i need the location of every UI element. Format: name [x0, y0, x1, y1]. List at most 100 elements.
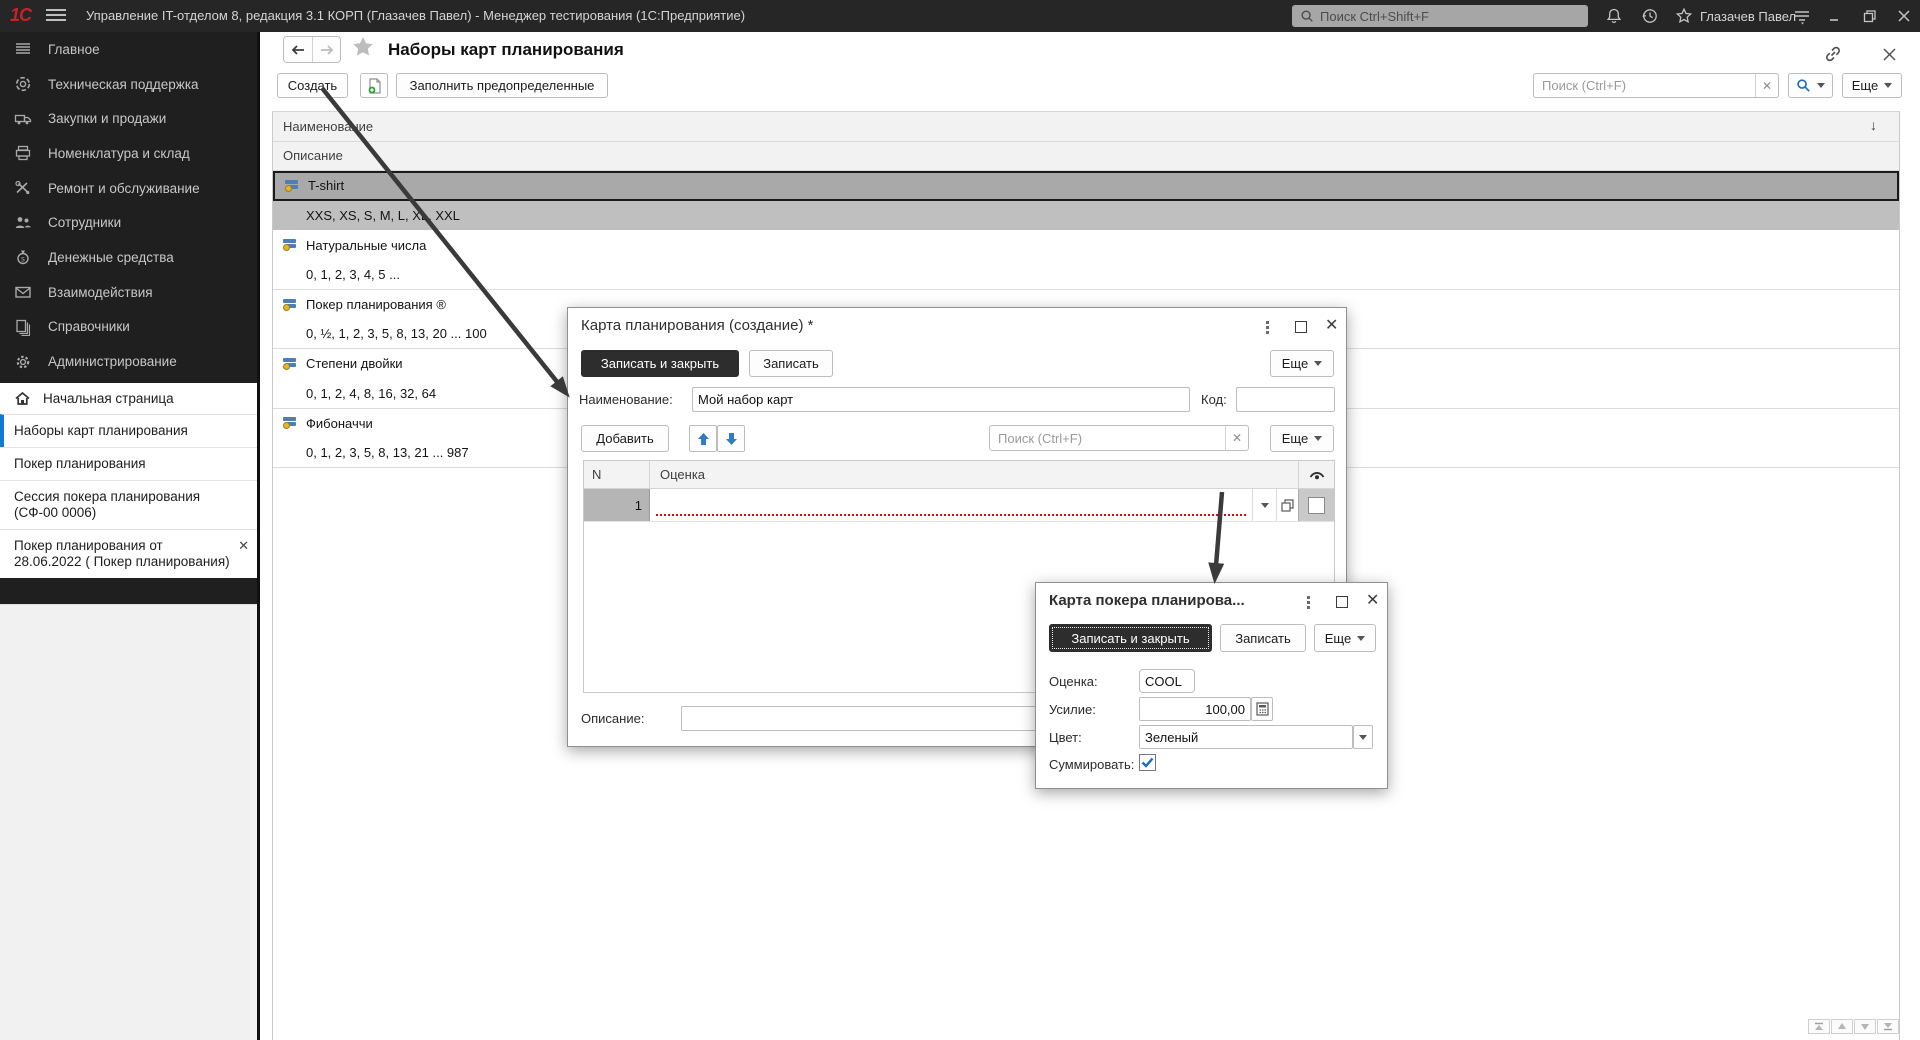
- calculator-button[interactable]: [1251, 697, 1273, 721]
- close-icon[interactable]: ✕: [1366, 595, 1379, 607]
- more-label: Еще: [1852, 78, 1878, 93]
- name-field[interactable]: [692, 387, 1190, 412]
- sidebar-item-catalogs[interactable]: Справочники: [0, 310, 257, 345]
- color-dropdown-button[interactable]: [1353, 725, 1373, 749]
- list-search-input[interactable]: Поиск (Ctrl+F) ✕: [1533, 73, 1779, 98]
- color-field[interactable]: [1139, 725, 1353, 749]
- table-row-desc[interactable]: 0, 1, 2, 3, 4, 5 ...: [273, 260, 1899, 290]
- grid-row-1[interactable]: 1: [584, 489, 1334, 522]
- effort-field[interactable]: [1139, 697, 1251, 721]
- close-tab-icon[interactable]: ✕: [238, 538, 249, 554]
- favorite-toggle-star-icon[interactable]: [350, 34, 376, 60]
- sidebar-item-purchases[interactable]: Закупки и продажи: [0, 101, 257, 136]
- row-desc: 0, ½, 1, 2, 3, 5, 8, 13, 20 ... 100: [306, 326, 487, 341]
- table-row[interactable]: Натуральные числа: [273, 230, 1899, 260]
- home-icon: [14, 390, 31, 407]
- sidebar-item-label: Администрирование: [48, 354, 177, 369]
- sidebar-item-home[interactable]: Начальная страница: [0, 383, 257, 414]
- minimize-icon[interactable]: [1827, 9, 1843, 23]
- history-icon[interactable]: [1641, 7, 1659, 25]
- dialog-menu-kebab-icon[interactable]: [1307, 596, 1311, 611]
- code-field[interactable]: [1236, 387, 1335, 412]
- close-icon[interactable]: [1896, 9, 1912, 23]
- sidebar-item-support[interactable]: Техническая поддержка: [0, 67, 257, 102]
- table-row-desc[interactable]: XXS, XS, S, M, L, XL, XXL: [273, 201, 1899, 231]
- gear-icon: [14, 353, 32, 371]
- add-row-button[interactable]: Добавить: [581, 425, 669, 452]
- app-window: 1С Управление IT-отделом 8, редакция 3.1…: [0, 0, 1920, 1040]
- chevron-down-icon: [1261, 503, 1269, 508]
- grid-search-input[interactable]: Поиск (Ctrl+F) ✕: [989, 425, 1249, 451]
- sidebar-tab-poker-document[interactable]: Покер планирования от 28.06.2022 ( Покер…: [0, 529, 257, 578]
- back-button[interactable]: [284, 37, 312, 62]
- cell-dropdown-button[interactable]: [1252, 489, 1276, 521]
- maximize-icon[interactable]: [1295, 321, 1307, 333]
- dialog-more-button[interactable]: Еще: [1314, 624, 1376, 652]
- main-menu-icon[interactable]: [46, 9, 66, 23]
- clear-search-icon[interactable]: ✕: [1225, 426, 1248, 450]
- list-search-placeholder: Поиск (Ctrl+F): [1534, 78, 1755, 93]
- create-new-group-button[interactable]: [360, 73, 388, 98]
- sidebar-item-repair[interactable]: Ремонт и обслуживание: [0, 171, 257, 206]
- close-page-icon[interactable]: [1882, 47, 1897, 62]
- dialog-more-button[interactable]: Еще: [1270, 350, 1334, 377]
- visibility-column[interactable]: [1298, 461, 1334, 488]
- restore-icon[interactable]: [1862, 9, 1878, 23]
- arrow-right-icon: [319, 44, 335, 56]
- move-down-button[interactable]: [717, 425, 745, 452]
- grid-col-number[interactable]: N: [584, 461, 650, 488]
- scroll-down-button[interactable]: [1854, 1019, 1876, 1034]
- sidebar-item-label: Главное: [48, 42, 100, 57]
- scroll-up-button[interactable]: [1831, 1019, 1853, 1034]
- move-up-button[interactable]: [689, 425, 717, 452]
- sidebar-item-administration[interactable]: Администрирование: [0, 344, 257, 379]
- save-button[interactable]: Записать: [749, 350, 833, 377]
- user-menu-icon[interactable]: [1793, 7, 1811, 25]
- sidebar-tab-card-sets[interactable]: Наборы карт планирования: [0, 414, 257, 447]
- catalog-item-icon: [283, 299, 297, 311]
- score-value-cell[interactable]: [650, 489, 1252, 521]
- sidebar-item-money[interactable]: s Денежные средства: [0, 240, 257, 275]
- current-user[interactable]: Глазачев Павел: [1700, 9, 1796, 24]
- maximize-icon[interactable]: [1336, 596, 1348, 608]
- search-options-button[interactable]: [1788, 73, 1833, 98]
- row-flag-cell[interactable]: [1298, 489, 1334, 521]
- sidebar-tab-label: Покер планирования: [14, 456, 146, 471]
- history-nav-group: [283, 36, 341, 63]
- table-row[interactable]: T-shirt: [273, 171, 1899, 201]
- save-button[interactable]: Записать: [1220, 624, 1306, 652]
- column-header-desc[interactable]: Описание: [273, 142, 1899, 172]
- svg-text:s: s: [21, 255, 25, 264]
- score-field[interactable]: [1139, 669, 1195, 693]
- sidebar-item-employees[interactable]: Сотрудники: [0, 205, 257, 240]
- sidebar-tab-poker-session[interactable]: Сессия покера планирования (СФ-00 0006): [0, 480, 257, 529]
- grid-col-score[interactable]: Оценка: [650, 461, 1298, 488]
- sidebar-item-inventory[interactable]: Номенклатура и склад: [0, 136, 257, 171]
- save-close-button[interactable]: Записать и закрыть: [1049, 624, 1212, 652]
- grid-more-button[interactable]: Еще: [1270, 425, 1334, 452]
- checkbox-unchecked[interactable]: [1308, 497, 1325, 514]
- list-scroll-buttons: [1808, 1019, 1899, 1034]
- get-link-icon[interactable]: [1823, 44, 1843, 64]
- forward-button[interactable]: [312, 37, 340, 62]
- clear-search-icon[interactable]: ✕: [1755, 74, 1778, 97]
- sidebar-tab-planning-poker[interactable]: Покер планирования: [0, 447, 257, 480]
- favorites-star-icon[interactable]: [1675, 7, 1693, 25]
- close-icon[interactable]: ✕: [1325, 320, 1338, 332]
- fill-predefined-button[interactable]: Заполнить предопределенные: [396, 73, 608, 98]
- dialog-menu-kebab-icon[interactable]: [1266, 321, 1270, 336]
- notifications-bell-icon[interactable]: [1605, 7, 1623, 25]
- list-more-button[interactable]: Еще: [1842, 73, 1902, 98]
- save-close-button[interactable]: Записать и закрыть: [581, 350, 739, 377]
- scroll-top-button[interactable]: [1808, 1019, 1830, 1034]
- create-button[interactable]: Создать: [277, 73, 348, 98]
- open-item-button[interactable]: [1276, 489, 1298, 521]
- row-name: Фибоначчи: [306, 416, 373, 431]
- sidebar-tab-label: Сессия покера планирования (СФ-00 0006): [14, 489, 200, 520]
- global-search-input[interactable]: Поиск Ctrl+Shift+F: [1292, 5, 1588, 27]
- sidebar-item-interactions[interactable]: Взаимодействия: [0, 275, 257, 310]
- scroll-bottom-button[interactable]: [1877, 1019, 1899, 1034]
- summarize-checkbox-checked[interactable]: [1139, 754, 1156, 771]
- sidebar-item-main[interactable]: Главное: [0, 32, 257, 67]
- column-header-name[interactable]: Наименование ↓: [273, 112, 1899, 142]
